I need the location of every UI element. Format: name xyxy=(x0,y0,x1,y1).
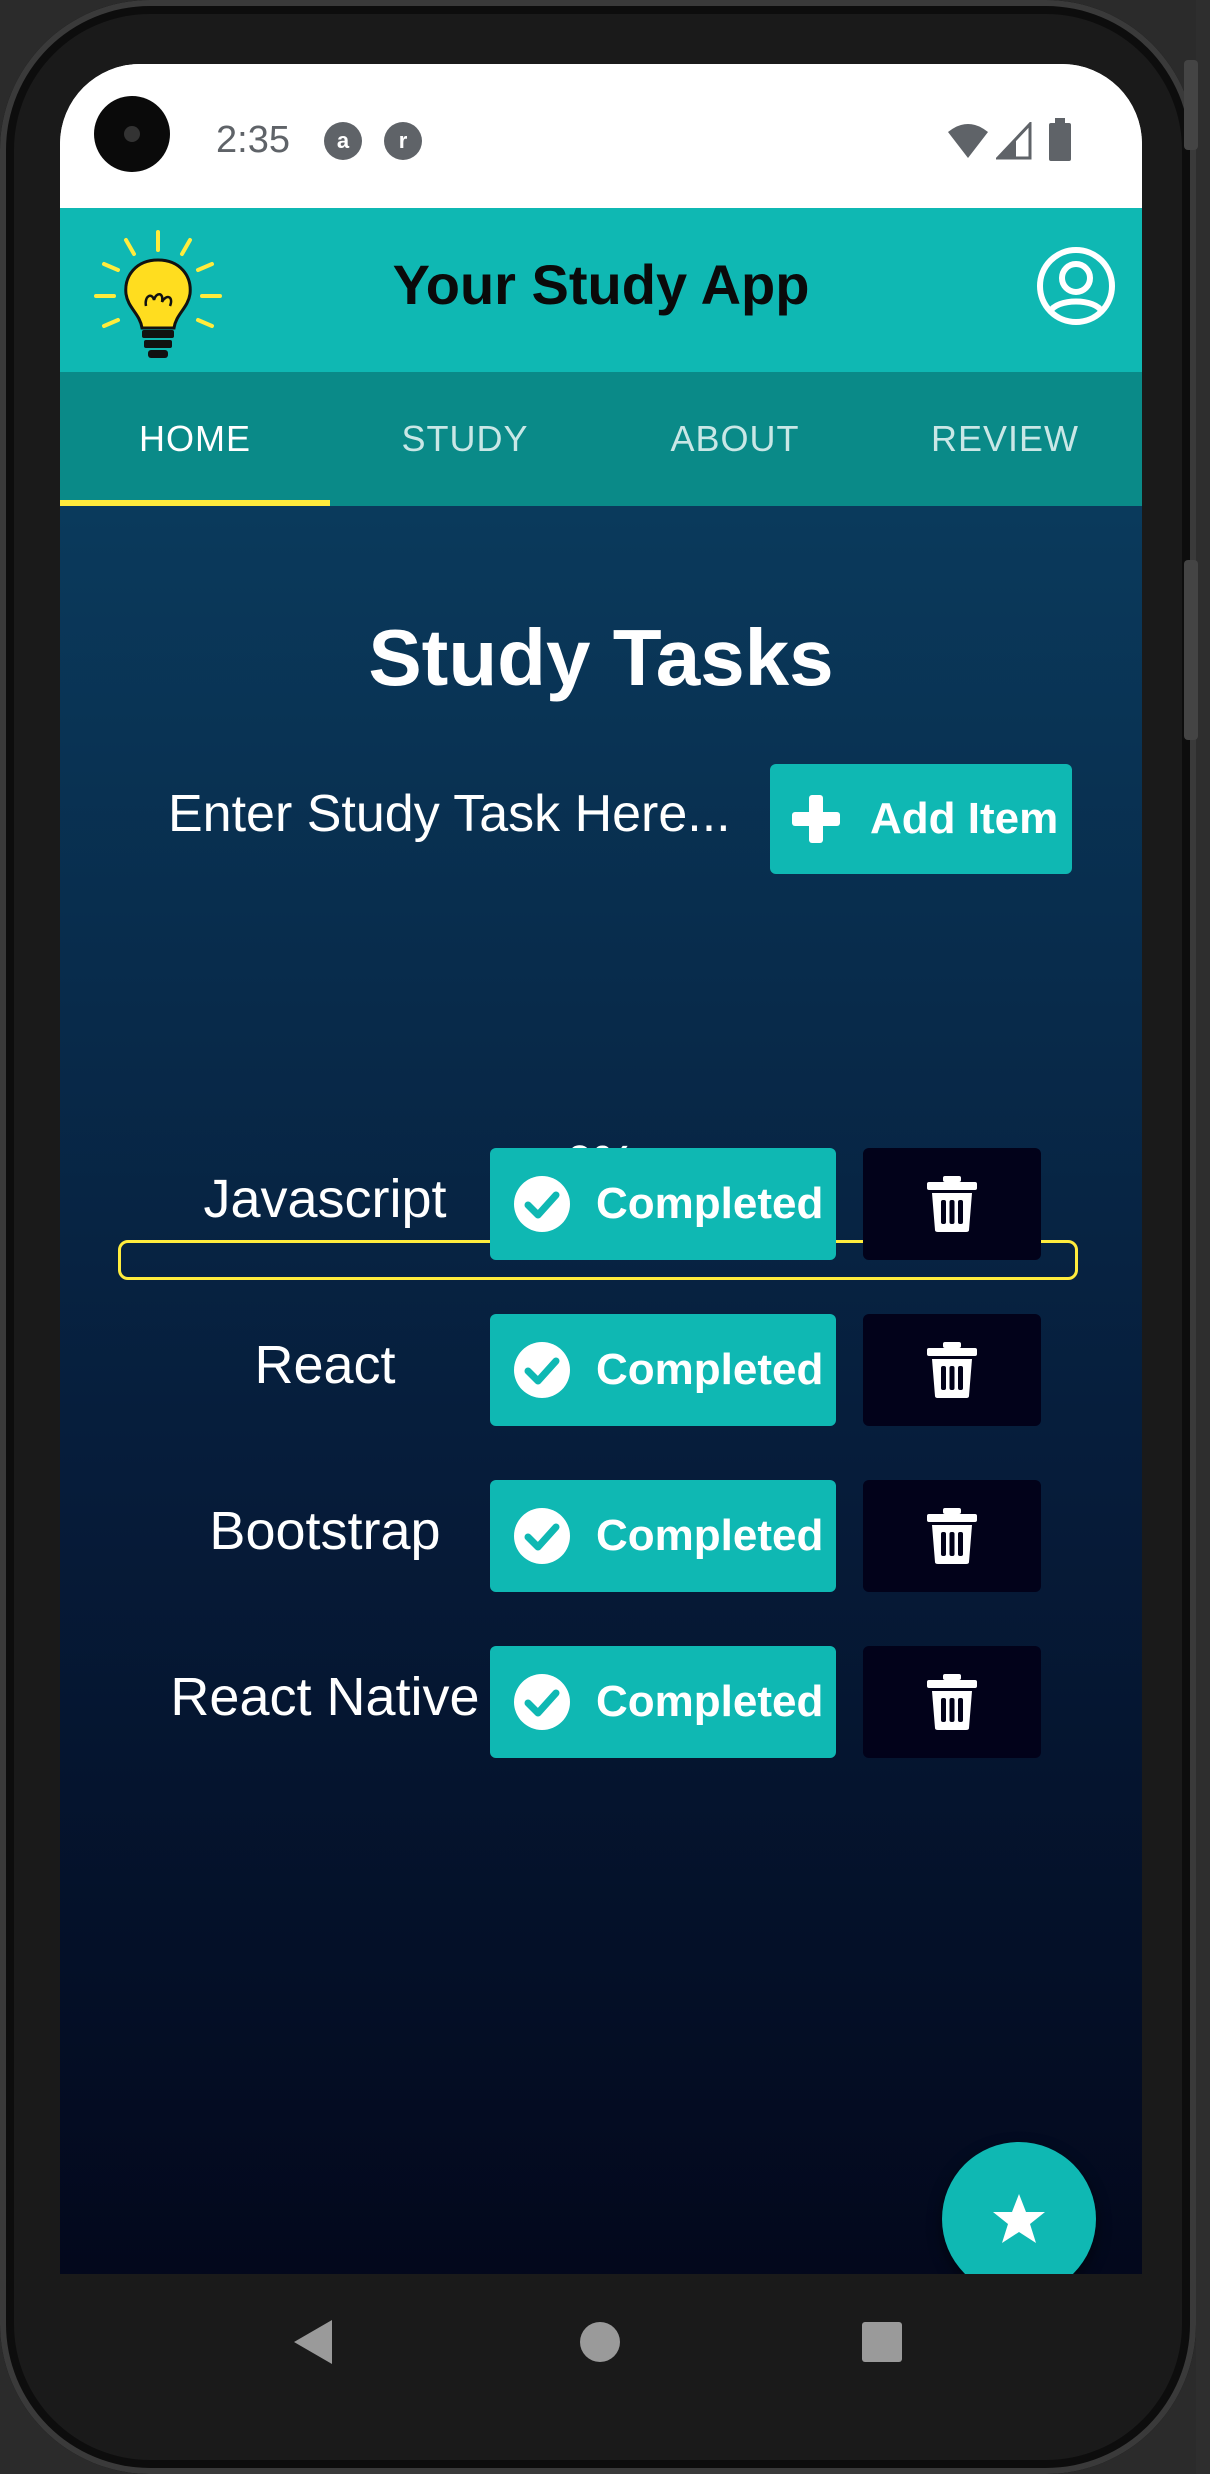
recents-icon[interactable] xyxy=(860,2320,904,2364)
task-row: React Completed xyxy=(60,1314,1142,1426)
delete-button[interactable] xyxy=(863,1314,1041,1426)
app-title: Your Study App xyxy=(392,253,810,316)
task-input[interactable]: Enter Study Task Here... xyxy=(168,784,768,854)
check-circle-icon xyxy=(514,1176,570,1232)
trash-icon xyxy=(927,1508,977,1564)
notification-icon: a xyxy=(324,122,362,160)
tab-study[interactable]: STUDY xyxy=(330,372,600,506)
completed-label: Completed xyxy=(596,1677,824,1726)
system-nav-bar xyxy=(60,2274,1142,2404)
star-icon xyxy=(993,2194,1045,2243)
task-name: React xyxy=(254,1335,396,1395)
completed-label: Completed xyxy=(596,1345,824,1394)
app-header: Your Study App xyxy=(60,208,1142,372)
task-name: Bootstrap xyxy=(209,1501,441,1561)
power-button xyxy=(1184,60,1198,150)
signal-icon xyxy=(996,122,1032,160)
battery-icon xyxy=(1049,118,1071,161)
tab-bar: HOME STUDY ABOUT REVIEW xyxy=(60,372,1142,506)
trash-icon xyxy=(927,1674,977,1730)
check-circle-icon xyxy=(514,1508,570,1564)
back-icon[interactable] xyxy=(292,2318,336,2366)
completed-label: Completed xyxy=(596,1179,824,1228)
tab-about[interactable]: ABOUT xyxy=(600,372,870,506)
completed-label: Completed xyxy=(596,1511,824,1560)
add-item-label: Add Item xyxy=(870,794,1059,843)
completed-button[interactable]: Completed xyxy=(490,1480,836,1592)
completed-button[interactable]: Completed xyxy=(490,1646,836,1758)
main-content: Study Tasks Enter Study Task Here... Add… xyxy=(60,506,1142,2274)
star-fab-button[interactable] xyxy=(942,2142,1096,2274)
tab-home[interactable]: HOME xyxy=(60,372,330,506)
notification-icon: r xyxy=(384,122,422,160)
delete-button[interactable] xyxy=(863,1646,1041,1758)
volume-button xyxy=(1184,560,1198,740)
completed-button[interactable]: Completed xyxy=(490,1314,836,1426)
task-row: React Native Completed xyxy=(60,1646,1142,1758)
check-circle-icon xyxy=(514,1674,570,1730)
task-row: Javascript Completed xyxy=(60,1148,1142,1260)
completed-button[interactable]: Completed xyxy=(490,1148,836,1260)
task-row: Bootstrap Completed xyxy=(60,1480,1142,1592)
page-title: Study Tasks xyxy=(368,613,834,702)
add-item-button[interactable]: Add Item xyxy=(770,764,1072,874)
delete-button[interactable] xyxy=(863,1148,1041,1260)
tab-review[interactable]: REVIEW xyxy=(870,372,1140,506)
screen: 2:35 a r Your Study App HOME STUDY ABOUT… xyxy=(60,64,1142,2274)
home-icon[interactable] xyxy=(578,2320,622,2364)
trash-icon xyxy=(927,1176,977,1232)
delete-button[interactable] xyxy=(863,1480,1041,1592)
user-circle-icon[interactable] xyxy=(1036,246,1116,326)
trash-icon xyxy=(927,1342,977,1398)
status-time: 2:35 xyxy=(216,119,290,161)
check-circle-icon xyxy=(514,1342,570,1398)
task-name: React Native xyxy=(170,1667,480,1727)
wifi-icon xyxy=(948,124,988,158)
status-bar: 2:35 a r xyxy=(60,64,1142,208)
task-name: Javascript xyxy=(203,1169,447,1229)
phone-side xyxy=(1196,0,1210,2474)
plus-icon xyxy=(792,795,840,843)
camera-cutout xyxy=(94,96,170,172)
